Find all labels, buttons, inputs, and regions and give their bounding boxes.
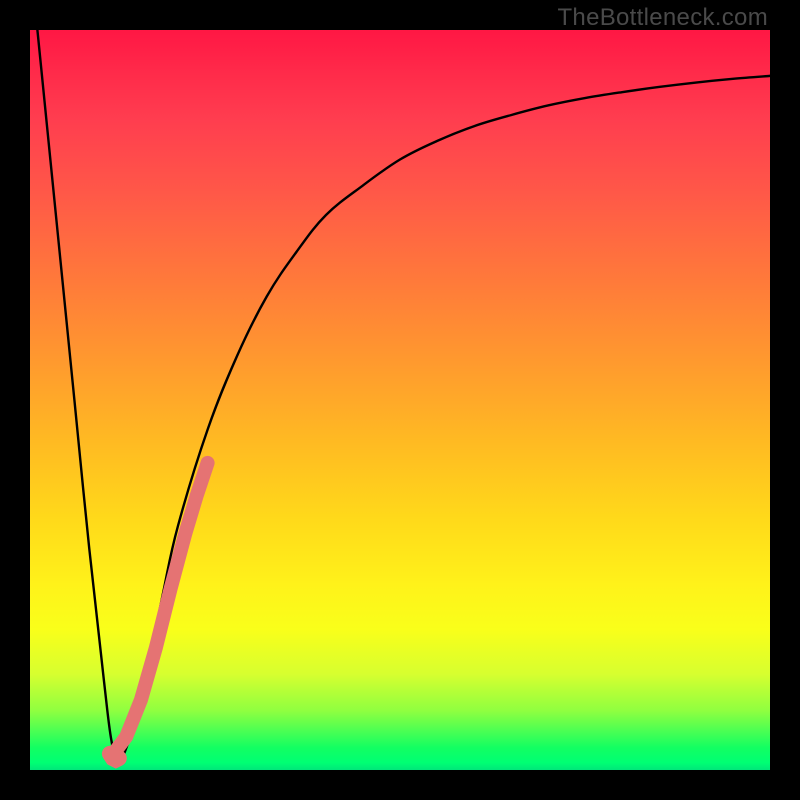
curve-layer: [30, 30, 770, 770]
bottleneck-curve: [30, 0, 770, 763]
watermark-text: TheBottleneck.com: [557, 4, 768, 32]
plot-area: [30, 30, 770, 770]
chart-frame: TheBottleneck.com: [0, 0, 800, 800]
highlight-segment: [115, 463, 208, 752]
highlight-tip: [110, 754, 119, 760]
